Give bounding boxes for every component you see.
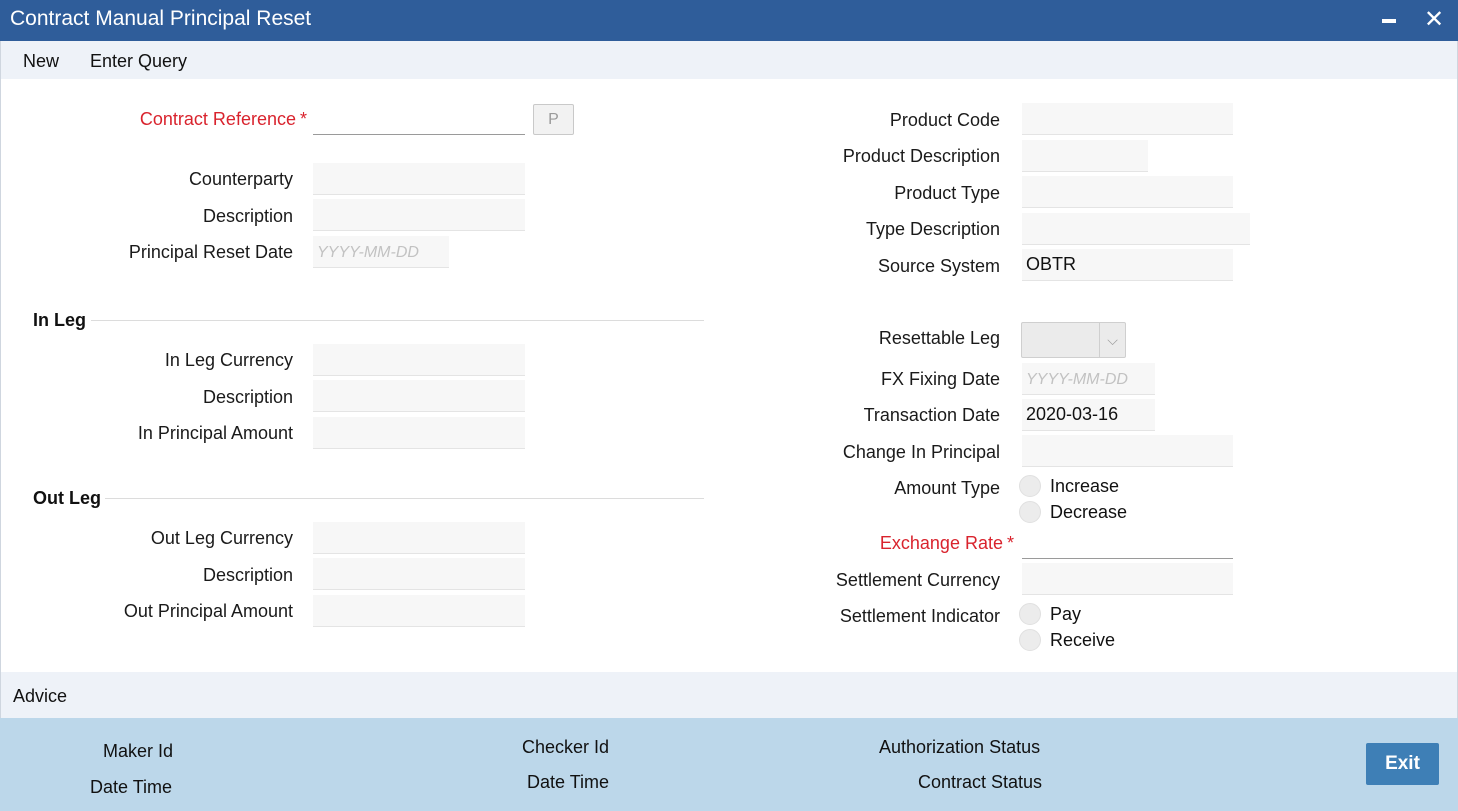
fx-fixing-date-label: FX Fixing Date — [880, 369, 1000, 389]
in-leg-currency-input[interactable] — [313, 344, 525, 376]
advice-bar: Advice — [0, 672, 1458, 718]
contract-status-label: Contract Status — [918, 772, 1043, 792]
advice-button[interactable]: Advice — [13, 686, 67, 707]
settlement-currency-label: Settlement Currency — [835, 570, 1000, 590]
in-leg-divider — [91, 320, 704, 321]
amount-type-increase-radio[interactable] — [1019, 475, 1041, 497]
settlement-indicator-label: Settlement Indicator — [839, 606, 1000, 626]
product-code-input[interactable] — [1022, 103, 1233, 135]
source-system-input[interactable] — [1022, 249, 1233, 281]
maker-date-time-label: Date Time — [90, 777, 173, 797]
transaction-date-input[interactable] — [1022, 399, 1155, 431]
out-leg-section-title: Out Leg — [33, 488, 101, 508]
maker-id-label: Maker Id — [103, 741, 174, 761]
out-principal-amount-label: Out Principal Amount — [123, 601, 293, 621]
product-code-label: Product Code — [889, 110, 1000, 130]
enter-query-button[interactable]: Enter Query — [90, 51, 187, 72]
product-description-label: Product Description — [842, 146, 1000, 166]
product-description-input[interactable] — [1022, 140, 1148, 172]
transaction-date-label: Transaction Date — [863, 405, 1000, 425]
out-leg-description-label: Description — [202, 565, 293, 585]
principal-reset-date-label: Principal Reset Date — [128, 242, 293, 262]
source-system-label: Source System — [877, 256, 1000, 276]
amount-type-label: Amount Type — [894, 478, 1000, 498]
authorization-status-label: Authorization Status — [879, 737, 1041, 757]
out-leg-description-input[interactable] — [313, 558, 525, 590]
description-label: Description — [202, 206, 293, 226]
out-principal-amount-input[interactable] — [313, 595, 525, 627]
close-icon: ✕ — [1423, 6, 1445, 33]
in-principal-amount-input[interactable] — [313, 417, 525, 449]
amount-type-decrease-radio[interactable] — [1019, 501, 1041, 523]
product-type-input[interactable] — [1022, 176, 1233, 208]
in-principal-amount-label: In Principal Amount — [137, 423, 293, 443]
form-area: Contract Reference * P Counterparty Descr… — [0, 79, 1458, 672]
toolbar: New Enter Query — [0, 41, 1458, 79]
checker-date-time-label: Date Time — [527, 772, 610, 792]
out-leg-currency-input[interactable] — [313, 522, 525, 554]
in-leg-section-title: In Leg — [33, 310, 86, 330]
contract-reference-label: Contract Reference * — [139, 109, 307, 129]
window-title: Contract Manual Principal Reset — [10, 7, 312, 30]
amount-type-decrease-label: Decrease — [1050, 502, 1128, 522]
counterparty-label: Counterparty — [188, 169, 293, 189]
settlement-indicator-pay-label: Pay — [1050, 604, 1082, 624]
counterparty-input[interactable] — [313, 163, 525, 195]
contract-reference-pick-button[interactable]: P — [533, 104, 574, 135]
in-leg-currency-label: In Leg Currency — [164, 350, 293, 370]
change-in-principal-label: Change In Principal — [842, 442, 1000, 462]
contract-reference-input[interactable] — [313, 103, 525, 135]
chevron-down-icon: ⌵ — [1099, 323, 1125, 357]
close-button[interactable]: ✕ — [1417, 4, 1451, 36]
resettable-leg-select[interactable]: ⌵ — [1021, 322, 1126, 358]
amount-type-increase-label: Increase — [1050, 476, 1120, 496]
in-leg-description-input[interactable] — [313, 380, 525, 412]
title-bar: Contract Manual Principal Reset ✕ — [0, 0, 1458, 41]
exchange-rate-label: Exchange Rate * — [879, 533, 1014, 553]
exchange-rate-input[interactable] — [1022, 527, 1233, 559]
exit-button[interactable]: Exit — [1366, 743, 1439, 785]
settlement-indicator-receive-label: Receive — [1050, 630, 1116, 650]
settlement-indicator-receive-radio[interactable] — [1019, 629, 1041, 651]
type-description-input[interactable] — [1022, 213, 1250, 245]
product-type-label: Product Type — [894, 183, 1000, 203]
minimize-icon — [1382, 19, 1396, 24]
change-in-principal-input[interactable] — [1022, 435, 1233, 467]
minimize-button[interactable] — [1372, 4, 1406, 36]
new-button[interactable]: New — [23, 51, 59, 72]
principal-reset-date-input[interactable] — [313, 236, 449, 268]
settlement-currency-input[interactable] — [1022, 563, 1233, 595]
description-input[interactable] — [313, 199, 525, 231]
settlement-indicator-pay-radio[interactable] — [1019, 603, 1041, 625]
in-leg-description-label: Description — [202, 387, 293, 407]
out-leg-currency-label: Out Leg Currency — [150, 528, 293, 548]
audit-footer: Maker Id Date Time Checker Id Date Time … — [0, 718, 1458, 811]
type-description-label: Type Description — [865, 219, 1000, 239]
resettable-leg-label: Resettable Leg — [878, 328, 1000, 348]
fx-fixing-date-input[interactable] — [1022, 363, 1155, 395]
out-leg-divider — [105, 498, 704, 499]
checker-id-label: Checker Id — [522, 737, 610, 757]
